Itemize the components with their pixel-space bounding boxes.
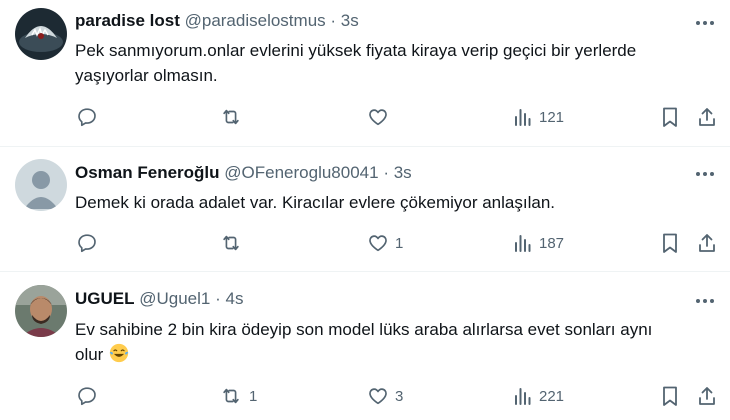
view-count: 221 — [539, 387, 565, 405]
tweet-header: UGUEL @Uguel1 · 4s — [75, 288, 243, 310]
user-handle[interactable]: @OFeneroglu80041 — [224, 163, 378, 182]
tweet-text-line: Pek sanmıyorum.onlar evlerini yüksek fiy… — [75, 41, 637, 60]
more-dots-icon — [696, 299, 714, 303]
default-person-avatar — [15, 159, 67, 211]
tweet-2[interactable]: Osman Feneroğlu @OFeneroglu80041 · 3s De… — [0, 147, 730, 271]
share-icon — [699, 108, 715, 126]
tweet-text: Demek ki orada adalet var. Kiracılar evl… — [75, 190, 675, 215]
analytics-icon — [515, 235, 531, 252]
more-options-button[interactable] — [694, 12, 716, 34]
tweet-text-line: yaşıyorlar olmasın. — [75, 66, 218, 85]
bookmark-icon — [663, 107, 677, 127]
share-icon — [699, 234, 715, 252]
tweet-3[interactable]: UGUEL @Uguel1 · 4s Ev sahibine 2 bin kir… — [0, 272, 730, 420]
like-button[interactable] — [367, 104, 395, 130]
display-name[interactable]: UGUEL — [75, 289, 135, 308]
retweet-button[interactable] — [219, 230, 249, 256]
retweet-icon — [223, 109, 239, 125]
heart-icon — [369, 109, 387, 126]
timestamp[interactable]: 3s — [341, 11, 359, 30]
bookmark-icon — [663, 233, 677, 253]
more-options-button[interactable] — [694, 163, 716, 185]
reply-icon — [78, 234, 96, 253]
action-bar: 1 187 — [0, 230, 730, 256]
views-button[interactable]: 187 — [513, 230, 564, 256]
reply-icon — [78, 108, 96, 127]
share-button[interactable] — [696, 230, 718, 256]
timestamp[interactable]: 3s — [394, 163, 412, 182]
heart-icon — [369, 388, 387, 405]
action-bar: 1 3 221 — [0, 383, 730, 409]
like-count: 3 — [395, 387, 404, 405]
analytics-icon — [515, 388, 531, 405]
tweet-text: Pek sanmıyorum.onlar evlerini yüksek fiy… — [75, 38, 675, 88]
share-icon — [699, 387, 715, 405]
more-dots-icon — [696, 172, 714, 176]
view-count: 121 — [539, 108, 565, 126]
share-button[interactable] — [696, 383, 718, 409]
bookmark-button[interactable] — [660, 383, 680, 409]
reply-icon — [78, 387, 96, 406]
tweet-1[interactable]: paradise lost @paradiselostmus · 3s Pek … — [0, 0, 730, 146]
view-count: 187 — [539, 234, 565, 252]
separator-dot: · — [383, 163, 389, 182]
separator-dot: · — [330, 11, 337, 30]
bookmark-button[interactable] — [660, 104, 680, 130]
views-button[interactable]: 221 — [513, 383, 564, 409]
reply-button[interactable] — [76, 383, 104, 409]
reply-button[interactable] — [76, 104, 104, 130]
reply-button[interactable] — [76, 230, 104, 256]
like-button[interactable]: 1 — [367, 230, 403, 256]
tweet-header: paradise lost @paradiselostmus · 3s — [75, 10, 359, 32]
avatar[interactable] — [15, 8, 67, 60]
tweet-text-line: Ev sahibine 2 bin kira ödeyip son model … — [75, 320, 653, 339]
face-with-tears-of-joy-icon — [109, 343, 129, 363]
avatar[interactable] — [15, 285, 67, 337]
display-name[interactable]: Osman Feneroğlu — [75, 163, 220, 182]
heart-icon — [369, 235, 387, 252]
share-button[interactable] — [696, 104, 718, 130]
more-dots-icon — [696, 21, 714, 25]
tweet-text: Ev sahibine 2 bin kira ödeyip son model … — [75, 317, 715, 367]
views-button[interactable]: 121 — [513, 104, 564, 130]
avatar[interactable] — [15, 159, 67, 211]
like-count: 1 — [395, 234, 404, 252]
man-photo-avatar — [15, 285, 67, 337]
shark-image-avatar — [15, 8, 67, 60]
retweet-icon — [223, 235, 239, 251]
more-options-button[interactable] — [694, 290, 716, 312]
tweet-text-line-2: olur — [75, 342, 715, 367]
tweet-header: Osman Feneroğlu @OFeneroglu80041 · 3s — [75, 162, 412, 184]
like-button[interactable]: 3 — [367, 383, 403, 409]
retweet-icon — [223, 388, 239, 404]
bookmark-icon — [663, 386, 677, 406]
bookmark-button[interactable] — [660, 230, 680, 256]
display-name[interactable]: paradise lost — [75, 11, 180, 30]
tweet-text-line: Demek ki orada adalet var. Kiracılar evl… — [75, 193, 555, 212]
action-bar: 121 — [0, 104, 730, 130]
separator-dot: · — [215, 289, 221, 308]
tweet-text-line: olur — [75, 345, 104, 364]
timestamp[interactable]: 4s — [226, 289, 244, 308]
retweet-button[interactable] — [219, 104, 249, 130]
user-handle[interactable]: @Uguel1 — [139, 289, 210, 308]
analytics-icon — [515, 109, 531, 126]
user-handle[interactable]: @paradiselostmus — [185, 11, 326, 30]
retweet-button[interactable]: 1 — [219, 383, 257, 409]
retweet-count: 1 — [249, 387, 258, 405]
